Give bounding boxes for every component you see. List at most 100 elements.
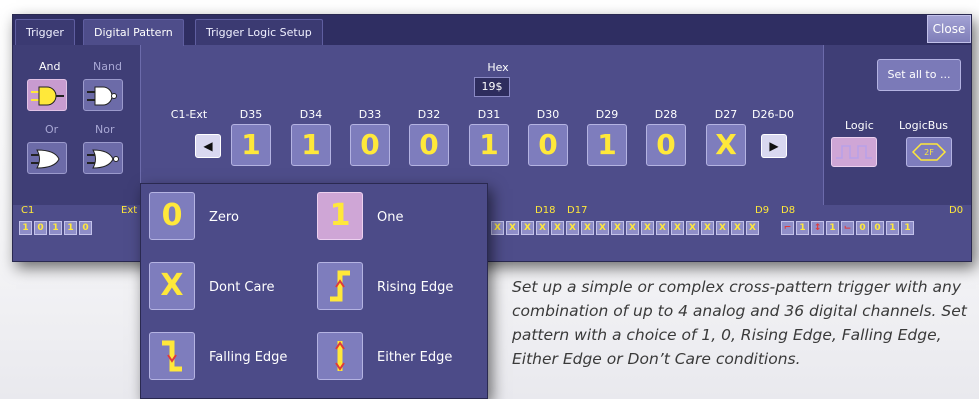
feature-caption: Set up a simple or complex cross-pattern… — [512, 278, 967, 368]
strip-bit-dont-care[interactable]: X — [596, 221, 609, 235]
bus-value-text: 2F — [924, 148, 934, 157]
or-gate-icon — [31, 149, 60, 169]
channel-label-d34: D34 — [299, 108, 323, 121]
logic-waveform-icon — [836, 145, 872, 159]
strip-bit-dont-care[interactable]: X — [566, 221, 579, 235]
bit-d33[interactable]: 0 — [350, 124, 390, 166]
bit-d34[interactable]: 1 — [291, 124, 331, 166]
bit-d35[interactable]: 1 — [231, 124, 271, 166]
strip-bit-dont-care[interactable]: X — [506, 221, 519, 235]
strip-label-d9: D9 — [755, 205, 770, 216]
strip-bit-dont-care[interactable]: X — [731, 221, 744, 235]
channel-label-d29: D29 — [595, 108, 619, 121]
strip-bit-dont-care[interactable]: X — [716, 221, 729, 235]
channel-label-d30: D30 — [536, 108, 560, 121]
strip-bit[interactable]: 1 — [19, 221, 32, 235]
rising-edge-icon — [330, 270, 350, 302]
pattern-condition-menu: 0 Zero 1 One X Dont Care Rising Edge Fal… — [140, 183, 488, 399]
close-button[interactable]: Close — [927, 15, 971, 43]
falling-edge-icon — [162, 340, 182, 372]
strip-bit[interactable]: 1 — [49, 221, 62, 235]
falling-edge-option-label: Falling Edge — [209, 350, 288, 365]
strip-bit-dont-care[interactable]: X — [746, 221, 759, 235]
strip-bit[interactable]: 0 — [79, 221, 92, 235]
strip-bit[interactable]: 1 — [886, 221, 899, 235]
strip-label-c1: C1 — [21, 205, 35, 216]
strip-bit[interactable]: 1 — [64, 221, 77, 235]
bit-d27[interactable]: X — [706, 124, 746, 166]
hex-value-field[interactable]: 19$ — [474, 77, 510, 97]
strip-bit-dont-care[interactable]: X — [536, 221, 549, 235]
channel-label-d27: D27 — [714, 108, 738, 121]
tab-trigger[interactable]: Trigger — [15, 19, 75, 45]
strip-bit-dont-care[interactable]: X — [551, 221, 564, 235]
bit-d30[interactable]: 0 — [528, 124, 568, 166]
strip-bit[interactable]: 0 — [856, 221, 869, 235]
strip-bit-falling-edge[interactable]: ⌐ — [781, 221, 794, 235]
strip-bit-either-edge[interactable]: ↕ — [811, 221, 824, 235]
strip-bit-rising-edge[interactable]: ⌙ — [841, 221, 854, 235]
bit-d29[interactable]: 1 — [587, 124, 627, 166]
strip-label-d18: D18 — [535, 205, 556, 216]
either-edge-option-label: Either Edge — [377, 350, 453, 365]
bit-d28[interactable]: 0 — [646, 124, 686, 166]
tab-trigger-logic-setup[interactable]: Trigger Logic Setup — [195, 19, 323, 45]
logic-mode-button[interactable] — [831, 137, 877, 167]
strip-bit-dont-care[interactable]: X — [626, 221, 639, 235]
strip-bit[interactable]: 1 — [826, 221, 839, 235]
logic-label: Logic — [845, 119, 874, 132]
logicbus-label: LogicBus — [899, 119, 949, 132]
strip-bit[interactable]: 1 — [901, 221, 914, 235]
strip-label-ext: Ext — [121, 205, 138, 216]
or-gate-button[interactable] — [27, 142, 67, 174]
and-gate-button[interactable] — [27, 79, 67, 111]
falling-edge-icon: ⌐ — [783, 223, 792, 233]
one-option-label: One — [377, 210, 404, 225]
rising-edge-icon: ⌙ — [843, 223, 852, 233]
strip-bit-dont-care[interactable]: X — [701, 221, 714, 235]
bit-d31[interactable]: 1 — [469, 124, 509, 166]
one-option-button[interactable]: 1 — [317, 192, 363, 240]
logicbus-mode-button[interactable]: 2F — [906, 137, 952, 167]
channel-label-d32: D32 — [417, 108, 441, 121]
gate-label-nand: Nand — [93, 60, 122, 73]
strip-bit-dont-care[interactable]: X — [521, 221, 534, 235]
channel-label-d28: D28 — [654, 108, 678, 121]
nand-gate-button[interactable] — [83, 79, 123, 111]
strip-bit-dont-care[interactable]: X — [671, 221, 684, 235]
strip-bit[interactable]: 0 — [871, 221, 884, 235]
either-edge-icon: ↕ — [813, 223, 822, 233]
strip-bit-dont-care[interactable]: X — [686, 221, 699, 235]
strip-label-d8: D8 — [781, 205, 796, 216]
rising-edge-option-button[interactable] — [317, 262, 363, 310]
nand-gate-icon — [87, 86, 117, 106]
triangle-right-icon: ▶ — [769, 139, 779, 153]
channel-label-d31: D31 — [477, 108, 501, 121]
nor-gate-button[interactable] — [83, 142, 123, 174]
hex-label: Hex — [487, 61, 509, 74]
dont-care-option-button[interactable]: X — [149, 262, 195, 310]
scroll-right-button[interactable]: ▶ — [761, 134, 787, 158]
bus-hexagon-icon: 2F — [911, 143, 947, 161]
strip-label-d17: D17 — [567, 205, 588, 216]
channel-label-d33: D33 — [358, 108, 382, 121]
strip-bit-dont-care[interactable]: X — [581, 221, 594, 235]
tab-digital-pattern[interactable]: Digital Pattern — [83, 19, 184, 46]
gate-label-nor: Nor — [95, 123, 115, 136]
zero-option-button[interactable]: 0 — [149, 192, 195, 240]
strip-bit[interactable]: 1 — [796, 221, 809, 235]
strip-bit-dont-care[interactable]: X — [656, 221, 669, 235]
scroll-left-button[interactable]: ◀ — [195, 134, 221, 158]
either-edge-option-button[interactable] — [317, 332, 363, 380]
strip-bit-dont-care[interactable]: X — [641, 221, 654, 235]
bit-d32[interactable]: 0 — [409, 124, 449, 166]
strip-bit-dont-care[interactable]: X — [611, 221, 624, 235]
falling-edge-option-button[interactable] — [149, 332, 195, 380]
set-all-button[interactable]: Set all to ... — [877, 59, 961, 91]
strip-bit[interactable]: 0 — [34, 221, 47, 235]
channel-label-d26-d0: D26-D0 — [752, 108, 794, 121]
either-edge-icon — [335, 341, 345, 371]
strip-bit-dont-care[interactable]: X — [491, 221, 504, 235]
rising-edge-option-label: Rising Edge — [377, 280, 454, 295]
dont-care-option-label: Dont Care — [209, 280, 275, 295]
